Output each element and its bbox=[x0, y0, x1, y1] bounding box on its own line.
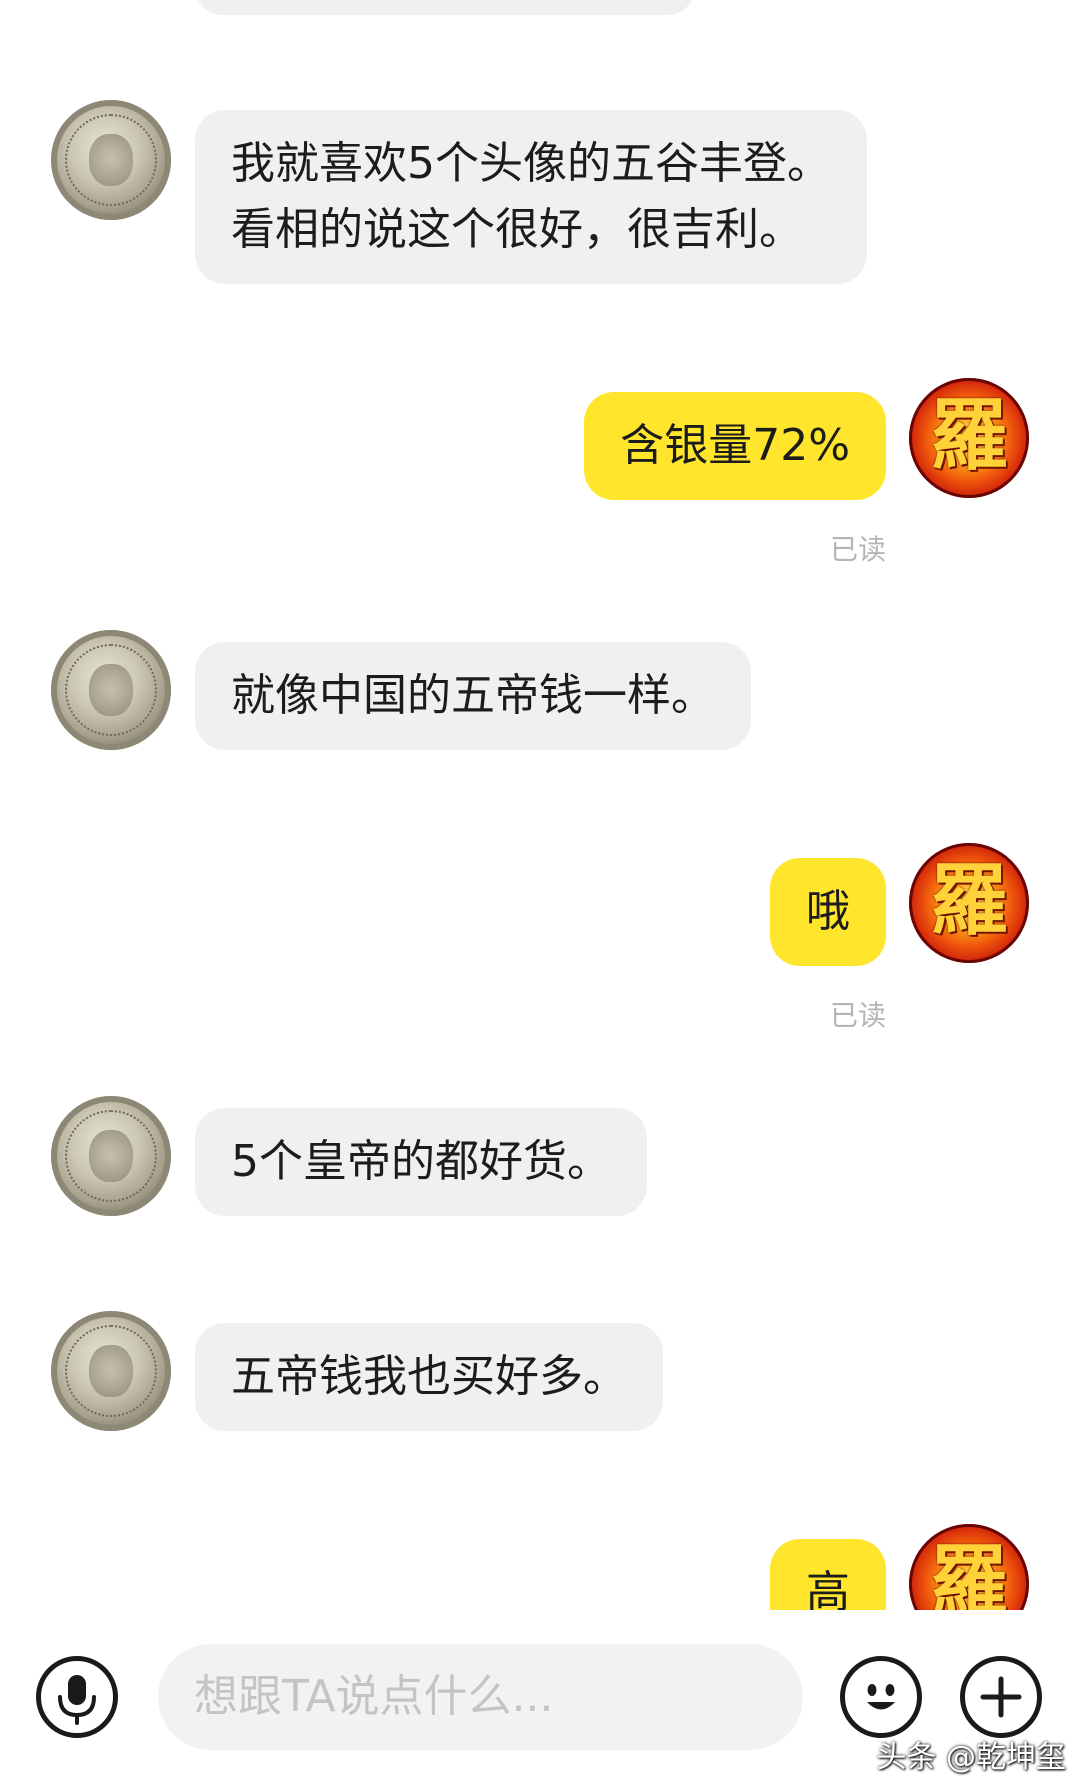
coin-center bbox=[89, 1130, 133, 1182]
contact-avatar[interactable] bbox=[51, 1311, 171, 1431]
message-bubble-outgoing[interactable]: 高 bbox=[770, 1539, 886, 1610]
message-input[interactable]: 想跟TA说点什么... bbox=[158, 1644, 803, 1750]
message-bubble-incoming[interactable]: 五帝钱我也买好多。 bbox=[195, 1323, 663, 1431]
plus-icon bbox=[980, 1676, 1022, 1718]
my-avatar[interactable]: 羅 bbox=[909, 1524, 1029, 1610]
message-bubble-incoming[interactable]: 5个皇帝的都好货。 bbox=[195, 1108, 647, 1216]
message-bubble-incoming[interactable]: 我就喜欢5个头像的五谷丰登。 看相的说这个很好，很吉利。 bbox=[195, 110, 867, 284]
seal-glyph: 羅 bbox=[929, 1536, 1008, 1610]
message-bubble-incoming[interactable]: 就像中国的五帝钱一样。 bbox=[195, 642, 751, 750]
coin-center bbox=[89, 134, 133, 186]
my-avatar[interactable]: 羅 bbox=[909, 843, 1029, 963]
contact-avatar[interactable] bbox=[51, 100, 171, 220]
emoji-button[interactable] bbox=[840, 1656, 922, 1738]
chat-message-list[interactable]: 我就喜欢5个头像的五谷丰登。 看相的说这个很好，很吉利。 含银量72% 羅 已读… bbox=[0, 0, 1080, 1610]
coin-center bbox=[89, 1345, 133, 1397]
seal-glyph: 羅 bbox=[929, 390, 1008, 481]
message-bubble-outgoing[interactable]: 哦 bbox=[770, 858, 886, 966]
seal-glyph: 羅 bbox=[929, 855, 1008, 946]
contact-avatar[interactable] bbox=[51, 1096, 171, 1216]
microphone-icon bbox=[58, 1675, 96, 1725]
message-bubble-partial[interactable] bbox=[195, 0, 695, 15]
read-receipt: 已读 bbox=[829, 533, 886, 566]
emoji-icon bbox=[867, 1684, 895, 1710]
watermark: 头条 @乾坤玺 bbox=[876, 1740, 1066, 1775]
voice-button[interactable] bbox=[36, 1656, 118, 1738]
contact-avatar[interactable] bbox=[51, 630, 171, 750]
my-avatar[interactable]: 羅 bbox=[909, 378, 1029, 498]
coin-center bbox=[89, 664, 133, 716]
read-receipt: 已读 bbox=[829, 999, 886, 1032]
plus-button[interactable] bbox=[960, 1656, 1042, 1738]
input-bar: 想跟TA说点什么... 头条 @乾坤玺 bbox=[0, 1610, 1080, 1790]
message-bubble-outgoing[interactable]: 含银量72% bbox=[584, 392, 886, 500]
